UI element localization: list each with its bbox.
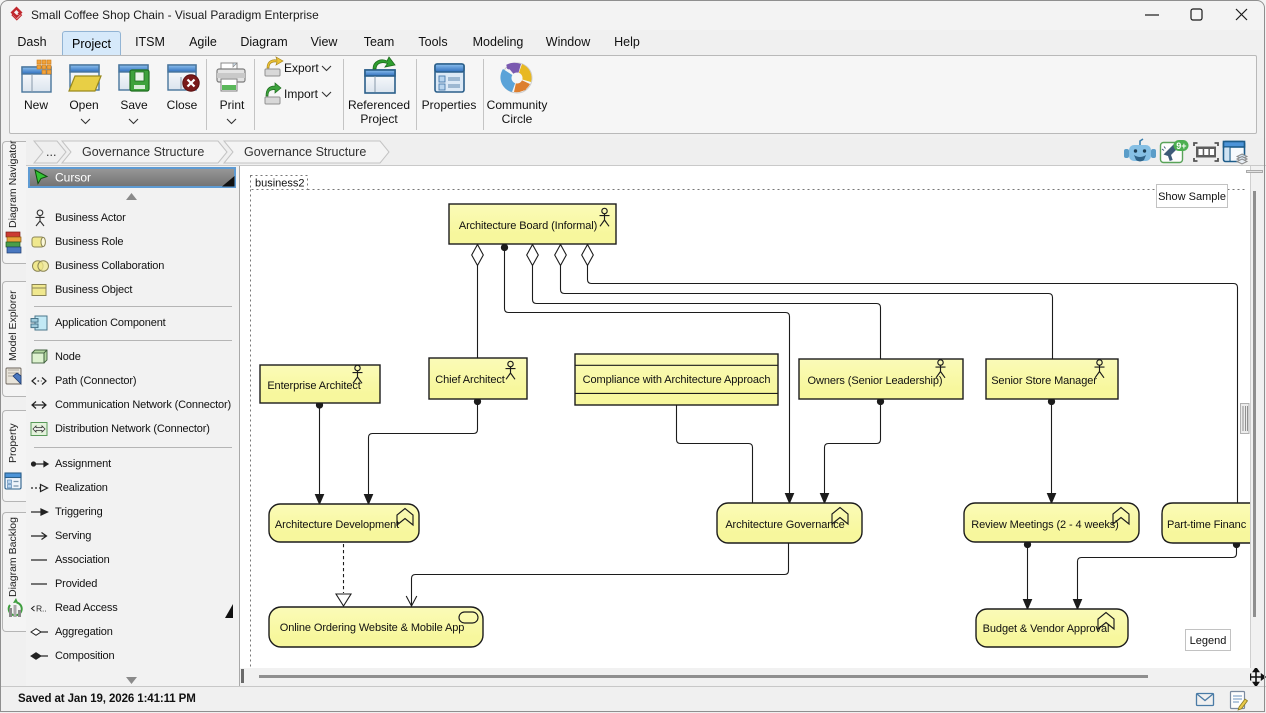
svg-text:..: .. [42,604,47,614]
svg-text:Budget & Vendor Approval: Budget & Vendor Approval [983,623,1110,635]
svg-text:Review Meetings (2 - 4 weeks): Review Meetings (2 - 4 weeks) [971,519,1119,531]
svg-text:Architecture Board (Informal): Architecture Board (Informal) [459,220,597,232]
svg-text:Owners (Senior Leadership): Owners (Senior Leadership) [808,375,943,387]
svg-text:Enterprise Architect: Enterprise Architect [267,380,360,392]
svg-text:Senior Store Manager: Senior Store Manager [991,375,1097,387]
svg-text:Part-time Financ: Part-time Financ [1167,519,1247,531]
svg-text:Architecture Development: Architecture Development [275,519,399,531]
svg-text:Online Ordering Website & Mobi: Online Ordering Website & Mobile App [280,622,465,634]
svg-text:Architecture Governance: Architecture Governance [725,519,844,531]
svg-text:business2: business2 [255,178,305,190]
svg-text:Governance Structure: Governance Structure [244,145,366,159]
svg-text:...: ... [46,145,56,159]
svg-text:Legend: Legend [1190,635,1227,647]
svg-text:Compliance with Architecture A: Compliance with Architecture Approach [583,374,771,386]
svg-text:Governance Structure: Governance Structure [82,145,204,159]
svg-text:Show Sample: Show Sample [1158,191,1226,203]
svg-text:9+: 9+ [1176,141,1186,151]
svg-text:Chief Architect: Chief Architect [435,374,504,386]
